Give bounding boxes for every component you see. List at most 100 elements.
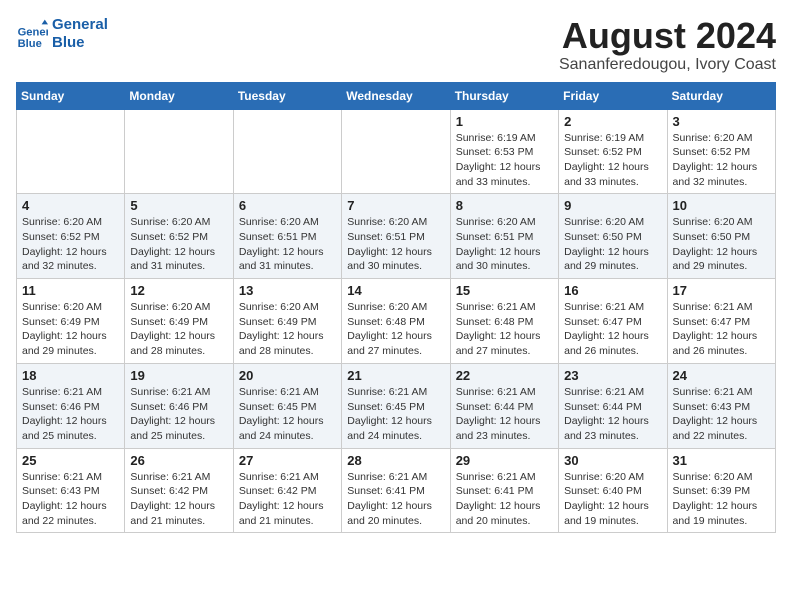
calendar-cell: 31 Sunrise: 6:20 AM Sunset: 6:39 PM Dayli… <box>667 448 775 533</box>
calendar-header: SundayMondayTuesdayWednesdayThursdayFrid… <box>17 82 776 109</box>
day-number: 16 <box>564 283 661 298</box>
calendar-cell: 2 Sunrise: 6:19 AM Sunset: 6:52 PM Daylig… <box>559 109 667 194</box>
calendar-cell: 14 Sunrise: 6:20 AM Sunset: 6:48 PM Dayli… <box>342 279 450 364</box>
calendar-week-row: 1 Sunrise: 6:19 AM Sunset: 6:53 PM Daylig… <box>17 109 776 194</box>
day-info: Sunrise: 6:20 AM Sunset: 6:50 PM Dayligh… <box>673 215 770 274</box>
calendar-week-row: 25 Sunrise: 6:21 AM Sunset: 6:43 PM Dayli… <box>17 448 776 533</box>
day-number: 24 <box>673 368 770 383</box>
day-number: 14 <box>347 283 444 298</box>
calendar-cell: 20 Sunrise: 6:21 AM Sunset: 6:45 PM Dayli… <box>233 363 341 448</box>
day-number: 25 <box>22 453 119 468</box>
logo-line1: General <box>52 16 108 34</box>
day-info: Sunrise: 6:20 AM Sunset: 6:49 PM Dayligh… <box>130 300 227 359</box>
day-number: 18 <box>22 368 119 383</box>
svg-text:General: General <box>18 27 48 39</box>
day-info: Sunrise: 6:21 AM Sunset: 6:47 PM Dayligh… <box>673 300 770 359</box>
calendar-week-row: 4Sunrise: 6:20 AM Sunset: 6:52 PM Daylig… <box>17 194 776 279</box>
day-info: Sunrise: 6:21 AM Sunset: 6:42 PM Dayligh… <box>239 470 336 529</box>
calendar-cell: 10 Sunrise: 6:20 AM Sunset: 6:50 PM Dayli… <box>667 194 775 279</box>
calendar-cell <box>125 109 233 194</box>
day-info: Sunrise: 6:21 AM Sunset: 6:45 PM Dayligh… <box>239 385 336 444</box>
day-number: 15 <box>456 283 553 298</box>
calendar-cell: 24 Sunrise: 6:21 AM Sunset: 6:43 PM Dayli… <box>667 363 775 448</box>
day-info: Sunrise: 6:21 AM Sunset: 6:46 PM Dayligh… <box>130 385 227 444</box>
calendar-cell: 30 Sunrise: 6:20 AM Sunset: 6:40 PM Dayli… <box>559 448 667 533</box>
calendar-cell: 26Sunrise: 6:21 AM Sunset: 6:42 PM Dayli… <box>125 448 233 533</box>
day-number: 19 <box>130 368 227 383</box>
calendar-cell: 3Sunrise: 6:20 AM Sunset: 6:52 PM Daylig… <box>667 109 775 194</box>
day-number: 10 <box>673 198 770 213</box>
day-info: Sunrise: 6:20 AM Sunset: 6:39 PM Dayligh… <box>673 470 770 529</box>
day-info: Sunrise: 6:19 AM Sunset: 6:53 PM Dayligh… <box>456 131 553 190</box>
day-number: 31 <box>673 453 770 468</box>
day-number: 1 <box>456 114 553 129</box>
day-info: Sunrise: 6:21 AM Sunset: 6:43 PM Dayligh… <box>22 470 119 529</box>
calendar-cell: 7 Sunrise: 6:20 AM Sunset: 6:51 PM Daylig… <box>342 194 450 279</box>
calendar-cell: 1 Sunrise: 6:19 AM Sunset: 6:53 PM Daylig… <box>450 109 558 194</box>
calendar-cell: 13Sunrise: 6:20 AM Sunset: 6:49 PM Dayli… <box>233 279 341 364</box>
day-number: 30 <box>564 453 661 468</box>
day-info: Sunrise: 6:20 AM Sunset: 6:51 PM Dayligh… <box>347 215 444 274</box>
calendar-cell: 11Sunrise: 6:20 AM Sunset: 6:49 PM Dayli… <box>17 279 125 364</box>
day-number: 9 <box>564 198 661 213</box>
day-number: 23 <box>564 368 661 383</box>
day-info: Sunrise: 6:21 AM Sunset: 6:45 PM Dayligh… <box>347 385 444 444</box>
calendar-cell <box>17 109 125 194</box>
day-number: 20 <box>239 368 336 383</box>
day-of-week-header: Sunday <box>17 82 125 109</box>
page-title: August 2024 <box>559 16 776 56</box>
day-of-week-header: Monday <box>125 82 233 109</box>
day-info: Sunrise: 6:20 AM Sunset: 6:52 PM Dayligh… <box>22 215 119 274</box>
calendar-cell: 15 Sunrise: 6:21 AM Sunset: 6:48 PM Dayli… <box>450 279 558 364</box>
day-info: Sunrise: 6:19 AM Sunset: 6:52 PM Dayligh… <box>564 131 661 190</box>
day-info: Sunrise: 6:20 AM Sunset: 6:50 PM Dayligh… <box>564 215 661 274</box>
day-number: 22 <box>456 368 553 383</box>
day-number: 6 <box>239 198 336 213</box>
calendar-week-row: 11Sunrise: 6:20 AM Sunset: 6:49 PM Dayli… <box>17 279 776 364</box>
calendar-cell <box>233 109 341 194</box>
calendar-cell: 18 Sunrise: 6:21 AM Sunset: 6:46 PM Dayli… <box>17 363 125 448</box>
calendar-cell: 16 Sunrise: 6:21 AM Sunset: 6:47 PM Dayli… <box>559 279 667 364</box>
day-info: Sunrise: 6:21 AM Sunset: 6:48 PM Dayligh… <box>456 300 553 359</box>
day-info: Sunrise: 6:21 AM Sunset: 6:43 PM Dayligh… <box>673 385 770 444</box>
day-of-week-header: Saturday <box>667 82 775 109</box>
day-info: Sunrise: 6:21 AM Sunset: 6:46 PM Dayligh… <box>22 385 119 444</box>
day-number: 21 <box>347 368 444 383</box>
calendar-cell: 9 Sunrise: 6:20 AM Sunset: 6:50 PM Daylig… <box>559 194 667 279</box>
day-number: 17 <box>673 283 770 298</box>
day-of-week-header: Friday <box>559 82 667 109</box>
logo-icon: General Blue <box>16 18 48 50</box>
day-info: Sunrise: 6:20 AM Sunset: 6:48 PM Dayligh… <box>347 300 444 359</box>
calendar-cell: 21 Sunrise: 6:21 AM Sunset: 6:45 PM Dayli… <box>342 363 450 448</box>
day-info: Sunrise: 6:20 AM Sunset: 6:51 PM Dayligh… <box>239 215 336 274</box>
day-number: 2 <box>564 114 661 129</box>
calendar-table: SundayMondayTuesdayWednesdayThursdayFrid… <box>16 82 776 534</box>
day-of-week-header: Tuesday <box>233 82 341 109</box>
day-info: Sunrise: 6:20 AM Sunset: 6:40 PM Dayligh… <box>564 470 661 529</box>
day-number: 7 <box>347 198 444 213</box>
calendar-cell: 12 Sunrise: 6:20 AM Sunset: 6:49 PM Dayli… <box>125 279 233 364</box>
day-info: Sunrise: 6:20 AM Sunset: 6:49 PM Dayligh… <box>239 300 336 359</box>
day-number: 3 <box>673 114 770 129</box>
logo: General Blue General Blue <box>16 16 108 52</box>
day-info: Sunrise: 6:21 AM Sunset: 6:47 PM Dayligh… <box>564 300 661 359</box>
day-info: Sunrise: 6:21 AM Sunset: 6:41 PM Dayligh… <box>456 470 553 529</box>
day-info: Sunrise: 6:20 AM Sunset: 6:51 PM Dayligh… <box>456 215 553 274</box>
day-number: 28 <box>347 453 444 468</box>
day-info: Sunrise: 6:21 AM Sunset: 6:41 PM Dayligh… <box>347 470 444 529</box>
day-info: Sunrise: 6:21 AM Sunset: 6:44 PM Dayligh… <box>564 385 661 444</box>
day-number: 29 <box>456 453 553 468</box>
calendar-cell: 4Sunrise: 6:20 AM Sunset: 6:52 PM Daylig… <box>17 194 125 279</box>
calendar-cell: 5Sunrise: 6:20 AM Sunset: 6:52 PM Daylig… <box>125 194 233 279</box>
day-number: 12 <box>130 283 227 298</box>
calendar-cell: 28 Sunrise: 6:21 AM Sunset: 6:41 PM Dayli… <box>342 448 450 533</box>
calendar-cell: 8 Sunrise: 6:20 AM Sunset: 6:51 PM Daylig… <box>450 194 558 279</box>
title-block: August 2024 Sananferedougou, Ivory Coast <box>559 16 776 74</box>
day-number: 8 <box>456 198 553 213</box>
calendar-cell: 23 Sunrise: 6:21 AM Sunset: 6:44 PM Dayli… <box>559 363 667 448</box>
day-of-week-header: Wednesday <box>342 82 450 109</box>
calendar-cell <box>342 109 450 194</box>
calendar-week-row: 18 Sunrise: 6:21 AM Sunset: 6:46 PM Dayli… <box>17 363 776 448</box>
page-header: General Blue General Blue August 2024 Sa… <box>16 16 776 74</box>
day-info: Sunrise: 6:20 AM Sunset: 6:49 PM Dayligh… <box>22 300 119 359</box>
